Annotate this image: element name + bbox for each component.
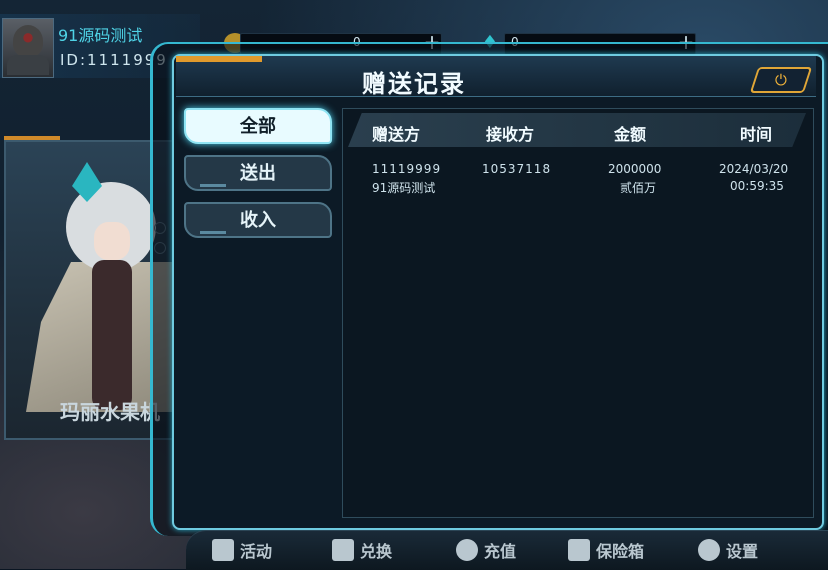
character-suit xyxy=(92,260,132,410)
header-amount: 金额 xyxy=(614,125,647,144)
header-accent xyxy=(176,56,262,62)
nav-label: 设置 xyxy=(726,542,759,561)
player-name: 91源码测试 xyxy=(58,26,143,45)
tab-label: 送出 xyxy=(240,163,276,184)
tab-label: 收入 xyxy=(240,210,276,231)
sender-id: 11119999 xyxy=(372,162,442,176)
tab-all[interactable]: 全部 xyxy=(184,108,332,144)
close-button[interactable]: ⏻ xyxy=(749,67,813,93)
dialog-title: 赠送记录 xyxy=(362,70,466,98)
nav-label: 充值 xyxy=(484,542,517,561)
amount-value: 2000000 xyxy=(608,162,662,176)
tab-label: 全部 xyxy=(240,116,276,137)
nav-recharge[interactable]: 充值 xyxy=(456,538,516,562)
nav-exchange[interactable]: 兑换 xyxy=(332,538,392,562)
nav-label: 活动 xyxy=(240,542,273,561)
header-receiver: 接收方 xyxy=(486,125,535,144)
power-icon: ⏻ xyxy=(775,71,787,89)
gift-icon xyxy=(332,539,354,561)
nav-label: 保险箱 xyxy=(596,542,645,561)
briefcase-icon xyxy=(568,539,590,561)
activity-icon xyxy=(212,539,234,561)
nav-safe[interactable]: 保险箱 xyxy=(568,538,644,562)
record-date: 2024/03/20 xyxy=(719,162,789,176)
sender-name: 91源码测试 xyxy=(372,181,436,195)
yen-icon xyxy=(456,539,478,561)
nav-label: 兑换 xyxy=(360,542,393,561)
avatar-helmet xyxy=(13,25,43,57)
tab-sent[interactable]: 送出 xyxy=(184,155,332,191)
nav-settings[interactable]: 设置 xyxy=(698,538,758,562)
character-face xyxy=(94,222,130,260)
record-time: 00:59:35 xyxy=(730,179,784,193)
header-time: 时间 xyxy=(740,125,773,144)
amount-text: 贰佰万 xyxy=(620,181,657,195)
header-sender: 赠送方 xyxy=(372,125,421,144)
tab-received[interactable]: 收入 xyxy=(184,202,332,238)
receiver-id: 10537118 xyxy=(482,162,552,176)
tab-mark xyxy=(200,184,226,187)
tab-mark xyxy=(200,231,226,234)
nav-activity[interactable]: 活动 xyxy=(212,538,272,562)
gear-icon xyxy=(698,539,720,561)
